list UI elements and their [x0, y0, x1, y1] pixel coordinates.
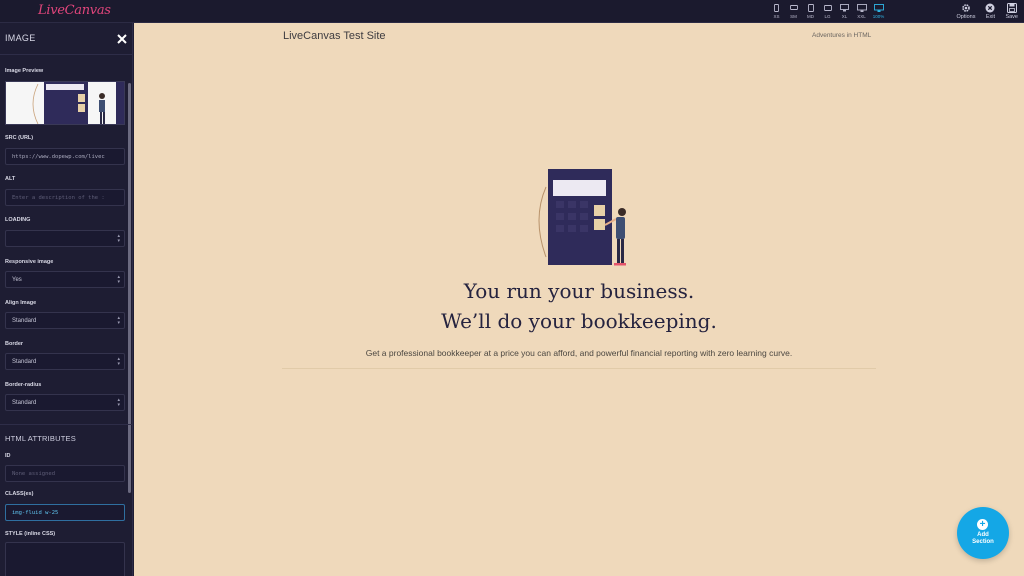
select-arrows-icon: ▴ ▾	[117, 397, 120, 408]
floppy-disk-icon	[1006, 2, 1017, 13]
select-arrows-icon: ▴ ▾	[117, 274, 120, 285]
exit-button[interactable]: Exit	[985, 2, 995, 20]
device-preview-switcher: XS SM MD LG XL XXL 100%	[768, 3, 887, 21]
close-circle-icon	[985, 2, 995, 13]
top-toolbar: LiveCanvas XS SM MD LG XL XXL 100% Optio…	[0, 0, 1024, 23]
device-sm-label: SM	[790, 14, 797, 19]
device-100-label: 100%	[872, 14, 885, 19]
phone-landscape-icon	[789, 3, 798, 12]
close-panel-button[interactable]	[116, 32, 128, 44]
image-preview-thumbnail	[5, 81, 125, 125]
responsive-image-value: Yes	[12, 277, 22, 283]
site-title[interactable]: LiveCanvas Test Site	[283, 30, 386, 42]
border-label: Border	[5, 341, 24, 347]
class-input[interactable]: img-fluid w-25	[5, 504, 125, 521]
html-attributes-heading: HTML ATTRIBUTES	[5, 434, 76, 443]
loading-label: LOADING	[5, 217, 31, 223]
page-canvas: LiveCanvas Test Site Adventures in HTML …	[134, 23, 1024, 576]
device-lg-label: LG	[824, 14, 831, 19]
options-button[interactable]: Options	[956, 2, 975, 20]
monitor-icon	[840, 3, 849, 12]
plus-icon: +	[977, 519, 988, 530]
select-arrows-icon: ▴ ▾	[117, 315, 120, 326]
image-preview-label: Image Preview	[5, 68, 44, 74]
panel-title: IMAGE	[5, 33, 36, 43]
save-label: Save	[1005, 14, 1018, 20]
src-url-label: SRC (URL)	[5, 135, 34, 141]
image-settings-panel: IMAGE Image Preview SRC (URL) https://ww…	[0, 23, 133, 576]
device-md-label: MD	[807, 14, 814, 19]
bookkeeping-illustration-thumbnail	[6, 82, 124, 124]
device-xxl-label: XXL	[857, 14, 866, 19]
border-value: Standard	[12, 359, 37, 365]
device-md-button[interactable]: MD	[802, 3, 819, 21]
livecanvas-logo: LiveCanvas	[38, 3, 111, 18]
bookkeeping-illustration[interactable]	[536, 169, 636, 269]
site-tagline[interactable]: Adventures in HTML	[812, 32, 871, 39]
loading-select[interactable]: ▴ ▾	[5, 230, 125, 247]
section-divider	[0, 424, 132, 425]
device-100-button[interactable]: 100%	[870, 3, 887, 21]
phone-portrait-icon	[774, 3, 779, 12]
style-textarea[interactable]	[5, 542, 125, 576]
hero-paragraph[interactable]: Get a professional bookkeeper at a price…	[134, 348, 1024, 358]
close-icon	[117, 34, 127, 44]
border-radius-value: Standard	[12, 400, 37, 406]
border-radius-select[interactable]: Standard ▴ ▾	[5, 394, 125, 411]
hero-heading-line1[interactable]: You run your business.	[134, 277, 1024, 305]
options-label: Options	[956, 14, 976, 20]
add-section-label-line2: Section	[972, 539, 994, 545]
device-sm-button[interactable]: SM	[785, 3, 802, 21]
device-xs-label: XS	[773, 14, 780, 19]
top-actions: Options Exit Save	[956, 2, 1018, 20]
device-xs-button[interactable]: XS	[768, 3, 785, 21]
id-input[interactable]: None assigned	[5, 465, 125, 482]
tablet-portrait-icon	[807, 3, 814, 12]
class-label: CLASS(es)	[5, 491, 34, 497]
save-button[interactable]: Save	[1005, 2, 1018, 20]
id-label: ID	[5, 453, 11, 459]
responsive-image-label: Responsive image	[5, 259, 54, 265]
panel-scrollbar[interactable]	[128, 83, 131, 493]
panel-header: IMAGE	[0, 23, 132, 55]
add-section-button[interactable]: + Add Section	[957, 507, 1009, 559]
alt-label: ALT	[5, 176, 16, 182]
monitor-full-icon	[873, 3, 884, 12]
align-image-label: Align Image	[5, 300, 37, 306]
align-image-select[interactable]: Standard ▴ ▾	[5, 312, 125, 329]
device-xl-label: XL	[841, 14, 848, 19]
select-arrows-icon: ▴ ▾	[117, 233, 120, 244]
device-lg-button[interactable]: LG	[819, 3, 836, 21]
device-xxl-button[interactable]: XXL	[853, 3, 870, 21]
align-image-value: Standard	[12, 318, 37, 324]
device-xl-button[interactable]: XL	[836, 3, 853, 21]
style-label: STYLE (inline CSS)	[5, 531, 56, 537]
hero-heading-line2[interactable]: We’ll do your bookkeeping.	[134, 307, 1024, 335]
gear-icon	[961, 2, 971, 13]
alt-input[interactable]: Enter a description of the :	[5, 189, 125, 206]
select-arrows-icon: ▴ ▾	[117, 356, 120, 367]
exit-label: Exit	[985, 14, 996, 20]
responsive-image-select[interactable]: Yes ▴ ▾	[5, 271, 125, 288]
border-radius-label: Border-radius	[5, 382, 42, 388]
add-section-label-line1: Add	[977, 532, 989, 538]
src-url-input[interactable]: https://www.dopewp.com/livec	[5, 148, 125, 165]
hero-divider	[282, 368, 876, 369]
border-select[interactable]: Standard ▴ ▾	[5, 353, 125, 370]
tablet-landscape-icon	[823, 3, 832, 12]
monitor-large-icon	[856, 3, 867, 12]
